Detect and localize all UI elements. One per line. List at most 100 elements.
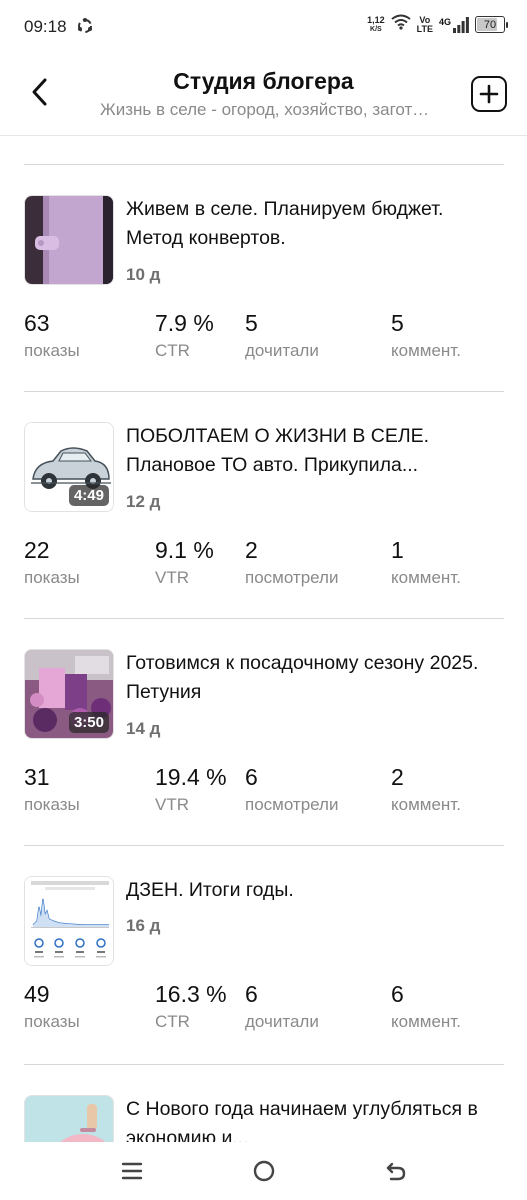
post-thumbnail[interactable] [24,1095,114,1142]
menu-icon [121,1162,143,1180]
status-time: 09:18 [24,17,67,36]
stat-label: CTR [155,341,190,360]
speed-value: 1,12 [367,14,385,25]
post-card[interactable]: Живем в селе. Планируем бюджет. Метод ко… [24,195,504,375]
stat-label: коммент. [391,341,461,360]
stat-value: 6 [245,981,258,1007]
post-stats: 63 показы 7.9 % CTR 5 дочитали 5 коммент. [24,310,504,366]
stat-value: 6 [245,764,258,790]
stat-views: 31 показы [24,764,80,815]
stat-value: 19.4 % [155,764,227,790]
stat-label: коммент. [391,568,461,587]
posts-feed[interactable]: Живем в селе. Планируем бюджет. Метод ко… [0,136,527,1142]
wifi-icon [391,14,411,35]
post-card[interactable]: С Нового года начинаем углубляться в эко… [24,1095,504,1142]
stat-label: коммент. [391,795,461,814]
post-age: 10 д [126,265,161,284]
piggy-bank-icon [25,1096,113,1142]
stat-views: 63 показы [24,310,80,361]
stat-label: показы [24,341,80,360]
stat-comments: 1 коммент. [391,537,461,588]
battery-icon: 70 [475,16,508,33]
stat-comments: 5 коммент. [391,310,461,361]
stat-vtr: 19.4 % VTR [155,764,227,815]
stat-label: показы [24,1012,80,1031]
signal-icon: 4G [438,16,469,33]
stat-value: 16.3 % [155,981,227,1007]
stat-reads: 6 дочитали [245,981,319,1032]
stat-value: 2 [391,764,404,790]
post-thumbnail[interactable]: 3:50 [24,649,114,739]
stat-ctr: 7.9 % CTR [155,310,214,361]
stat-value: 63 [24,310,50,336]
post-age: 14 д [126,719,161,738]
stat-value: 7.9 % [155,310,214,336]
divider [24,391,504,392]
stat-label: CTR [155,1012,190,1031]
stat-label: показы [24,795,80,814]
stat-label: дочитали [245,1012,319,1031]
stat-label: коммент. [391,1012,461,1031]
sync-icon [75,16,95,41]
divider [24,1064,504,1065]
stat-label: показы [24,568,80,587]
divider [24,164,504,165]
post-stats: 22 показы 9.1 % VTR 2 посмотрели 1 коммент. [24,537,504,593]
home-circle-icon [253,1160,275,1182]
stat-reads: 5 дочитали [245,310,319,361]
stat-value: 49 [24,981,50,1007]
menu-button[interactable] [117,1156,147,1186]
stats-screenshot-icon [25,877,113,965]
stat-label: VTR [155,568,189,587]
post-thumbnail[interactable]: 4:49 [24,422,114,512]
home-button[interactable] [249,1156,279,1186]
video-duration: 3:50 [68,712,109,733]
stat-vtr: 9.1 % VTR [155,537,214,588]
network-type: 4G [438,16,451,27]
volte-indicator: Vo LTE [416,15,433,34]
video-duration: 4:49 [68,485,109,506]
battery-level: 70 [483,18,497,31]
network-speed: 1,12 K/S [367,14,385,34]
post-age: 12 д [126,492,161,511]
stat-value: 22 [24,537,50,563]
stat-views: 49 показы [24,981,80,1032]
app-header: Студия блогера Жизнь в селе - огород, хо… [0,52,527,136]
stat-label: посмотрели [245,795,339,814]
post-age: 16 д [126,916,161,935]
volte-bottom: LTE [416,23,433,34]
post-card[interactable]: 4:49 ПОБОЛТАЕМ О ЖИЗНИ В СЕЛЕ. Плановое … [24,422,504,602]
stat-label: дочитали [245,341,319,360]
stat-watched: 2 посмотрели [245,537,338,588]
post-thumbnail[interactable] [24,195,114,285]
stat-value: 5 [391,310,404,336]
stat-comments: 2 коммент. [391,764,461,815]
stat-comments: 6 коммент. [391,981,461,1032]
stat-value: 31 [24,764,50,790]
stat-value: 2 [245,537,258,563]
system-back-button[interactable] [381,1156,411,1186]
status-bar: 09:18 1,12 K/S Vo LTE 4G 70 [0,0,527,52]
post-title[interactable]: С Нового года начинаем углубляться в эко… [126,1095,504,1142]
stat-value: 9.1 % [155,537,214,563]
post-card[interactable]: 3:50 Готовимся к посадочному сезону 2025… [24,649,504,829]
post-title[interactable]: Живем в селе. Планируем бюджет. Метод ко… [126,195,504,253]
post-title[interactable]: Готовимся к посадочному сезону 2025. Пет… [126,649,504,707]
post-card[interactable]: ДЗЕН. Итоги годы. 16 д 49 показы 16.3 % CT… [24,876,504,1056]
stat-ctr: 16.3 % CTR [155,981,227,1032]
return-arrow-icon [386,1162,406,1181]
post-stats: 31 показы 19.4 % VTR 6 посмотрели 2 коммент. [24,764,504,820]
add-post-button[interactable] [471,76,507,112]
divider [24,618,504,619]
post-thumbnail[interactable] [24,876,114,966]
post-stats: 49 показы 16.3 % CTR 6 дочитали 6 коммент. [24,981,504,1037]
purple-envelope-wallet-icon [25,196,113,284]
plus-icon [479,84,499,104]
stat-value: 1 [391,537,404,563]
stat-views: 22 показы [24,537,80,588]
channel-name: Жизнь в селе - огород, хозяйство, загото… [100,100,435,119]
speed-unit: K/S [370,25,382,33]
post-title[interactable]: ПОБОЛТАЕМ О ЖИЗНИ В СЕЛЕ. Плановое ТО ав… [126,422,504,480]
post-title[interactable]: ДЗЕН. Итоги годы. [126,876,504,905]
divider [24,845,504,846]
